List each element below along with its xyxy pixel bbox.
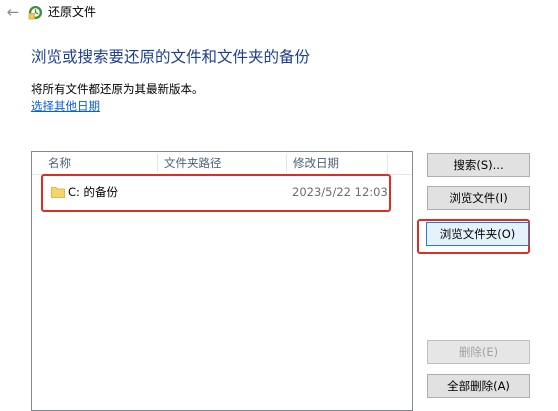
list-item[interactable]: C: 的备份 2023/5/22 12:03 xyxy=(42,182,397,202)
choose-other-date-link[interactable]: 选择其他日期 xyxy=(31,99,100,114)
folder-icon xyxy=(51,187,65,198)
window-title: 还原文件 xyxy=(48,5,97,19)
remove-button[interactable]: 删除(E) xyxy=(427,340,530,364)
restore-description: 将所有文件都还原为其最新版本。 xyxy=(31,82,204,96)
remove-all-button[interactable]: 全部删除(A) xyxy=(427,374,530,398)
browse-folders-button[interactable]: 浏览文件夹(O) xyxy=(426,222,529,246)
column-header-path[interactable]: 文件夹路径 xyxy=(158,152,286,174)
restore-files-icon xyxy=(28,5,43,20)
search-button[interactable]: 搜索(S)... xyxy=(427,153,530,177)
back-arrow-icon[interactable]: ← xyxy=(4,3,22,21)
list-header: 名称 文件夹路径 修改日期 xyxy=(32,152,412,175)
item-name: C: 的备份 xyxy=(68,185,119,199)
column-header-modified[interactable]: 修改日期 xyxy=(287,152,387,174)
browse-files-button[interactable]: 浏览文件(I) xyxy=(427,186,530,210)
column-separator[interactable] xyxy=(387,154,388,172)
page-heading: 浏览或搜索要还原的文件和文件夹的备份 xyxy=(31,48,311,66)
item-modified-date: 2023/5/22 12:03 xyxy=(292,185,388,199)
column-header-name[interactable]: 名称 xyxy=(42,152,157,174)
backup-file-list[interactable]: 名称 文件夹路径 修改日期 C: 的备份 2023/5/22 12:03 xyxy=(31,151,413,411)
title-bar: ← 还原文件 xyxy=(0,0,558,28)
